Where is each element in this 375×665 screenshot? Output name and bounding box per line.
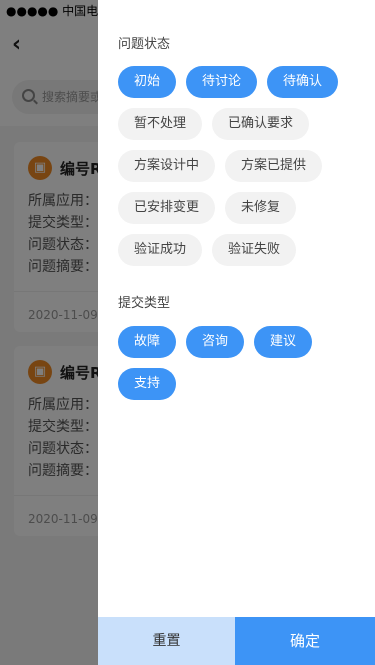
status-filter-tag[interactable]: 暂不处理: [118, 108, 203, 140]
status-filter-tag[interactable]: 已确认要求: [212, 108, 310, 140]
status-filter-tag[interactable]: 已安排变更: [118, 192, 216, 224]
type-filter-tag[interactable]: 咨询: [186, 326, 245, 358]
status-filter-tag[interactable]: 待讨论: [186, 66, 258, 98]
drawer-footer: 重置 确定: [98, 617, 375, 665]
confirm-button[interactable]: 确定: [235, 617, 375, 665]
type-section-title: 提交类型: [118, 296, 171, 311]
status-filter-tag[interactable]: 待确认: [267, 66, 339, 98]
status-filter-tag[interactable]: 验证失败: [212, 234, 297, 266]
status-section-title: 问题状态: [118, 37, 171, 52]
status-filter-tag[interactable]: 方案设计中: [118, 150, 216, 182]
status-tag-group: 初始 待讨论 待确认暂不处理 已确认要求方案设计中 方案已提供 已安排变更 未修复 验证成功验…: [118, 66, 358, 276]
status-filter-tag[interactable]: 初始: [118, 66, 177, 98]
type-tag-group: 故障 咨询 建议支持: [118, 326, 358, 410]
filter-drawer: 问题状态 初始 待讨论 待确认暂不处理 已确认要求方案设计中 方案已提供 已安排变更 未修复…: [98, 0, 375, 665]
type-filter-tag[interactable]: 建议: [254, 326, 313, 358]
type-filter-tag[interactable]: 支持: [118, 368, 177, 400]
status-filter-tag[interactable]: 方案已提供: [225, 150, 323, 182]
status-filter-tag[interactable]: 验证成功: [118, 234, 203, 266]
reset-button[interactable]: 重置: [98, 617, 235, 665]
type-filter-tag[interactable]: 故障: [118, 326, 177, 358]
status-filter-tag[interactable]: 未修复: [225, 192, 297, 224]
